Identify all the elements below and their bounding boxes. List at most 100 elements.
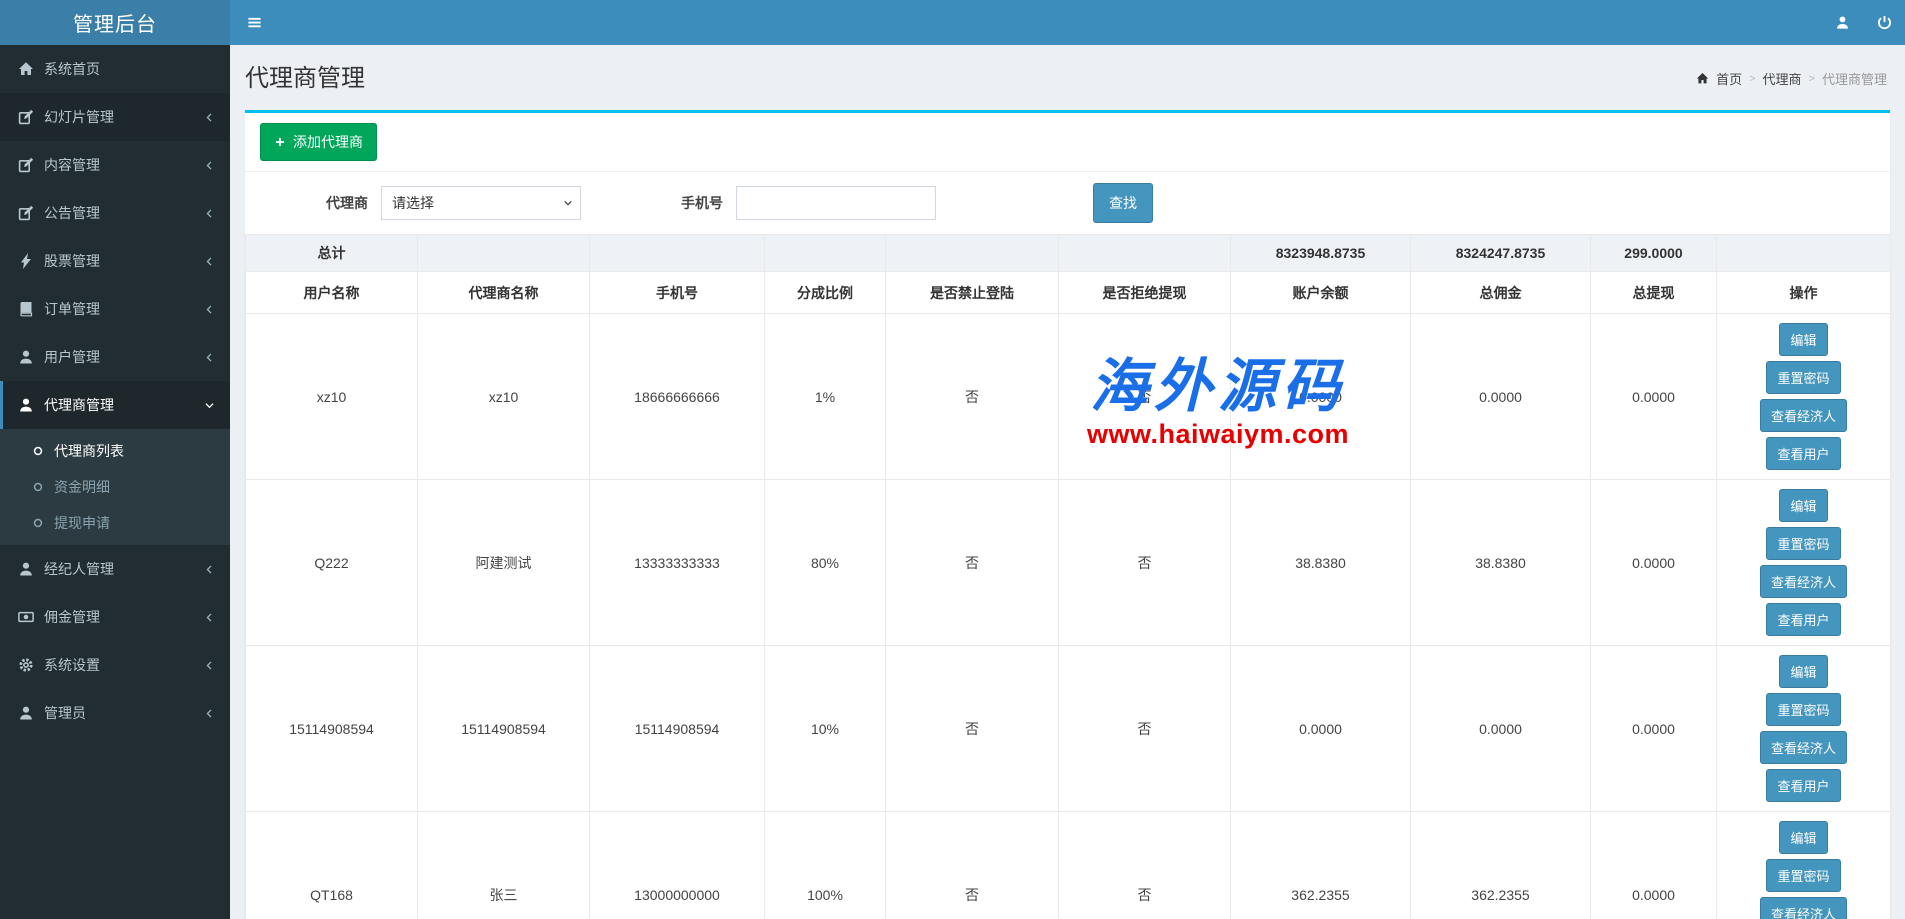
sidebar-item-content[interactable]: 内容管理 (0, 141, 230, 189)
view-brokers-button[interactable]: 查看经济人 (1760, 731, 1847, 764)
phone-input[interactable] (736, 186, 936, 220)
totals-row: 总计 8323948.8735 8324247.8735 299.0000 (246, 235, 1891, 272)
view-brokers-button[interactable]: 查看经济人 (1760, 565, 1847, 598)
view-brokers-button[interactable]: 查看经济人 (1760, 399, 1847, 432)
admin-page: 管理后台 系统首页 幻灯片管理 内容管理 公告管理 (0, 0, 1905, 919)
cell: 100% (765, 812, 886, 919)
cell: 38.8380 (1231, 480, 1411, 646)
edit-button[interactable]: 编辑 (1779, 323, 1827, 356)
sidebar-item-label: 订单管理 (44, 299, 100, 319)
sidebar-item-agents[interactable]: 代理商管理 (0, 381, 230, 429)
header-row: 用户名称 代理商名称 手机号 分成比例 是否禁止登陆 是否拒绝提现 账户余额 总… (246, 272, 1891, 314)
home-icon (18, 61, 34, 77)
cell: 否 (1059, 646, 1231, 812)
cell: 13333333333 (590, 480, 765, 646)
cell: 张三 (418, 812, 590, 919)
sidebar-item-settings[interactable]: 系统设置 (0, 641, 230, 689)
sidebar-subitem-agent-list[interactable]: 代理商列表 (0, 433, 230, 469)
agents-table: 总计 8323948.8735 8324247.8735 299.0000 用户… (245, 234, 1891, 919)
chevron-left-icon (204, 256, 215, 267)
sidebar-item-label: 系统首页 (44, 59, 100, 79)
column-header: 总佣金 (1411, 272, 1591, 314)
sidebar-item-system-home[interactable]: 系统首页 (0, 45, 230, 93)
cell (590, 235, 765, 272)
home-icon (1696, 72, 1709, 85)
user-menu-button[interactable] (1821, 0, 1863, 45)
sidebar-item-label: 股票管理 (44, 251, 100, 271)
app-logo: 管理后台 (0, 0, 230, 45)
chevron-left-icon (204, 352, 215, 363)
cell: xz10 (246, 314, 418, 480)
cell: 0.0000 (1591, 812, 1717, 919)
breadcrumb-home-link[interactable]: 首页 (1716, 69, 1742, 88)
agent-select[interactable]: 请选择 (381, 186, 581, 220)
reset-password-button[interactable]: 重置密码 (1766, 859, 1840, 892)
add-agent-button[interactable]: 添加代理商 (260, 123, 377, 161)
sidebar-item-slides[interactable]: 幻灯片管理 (0, 93, 230, 141)
cell: 否 (1059, 314, 1231, 480)
sidebar-subitem-fund-details[interactable]: 资金明细 (0, 469, 230, 505)
column-header: 代理商名称 (418, 272, 590, 314)
content-header: 代理商管理 首页 > 代理商 > 代理商管理 (230, 45, 1905, 110)
agent-select-wrap: 请选择 (381, 186, 581, 220)
circle-o-icon (32, 517, 44, 529)
cell: 0.0000 (1591, 480, 1717, 646)
breadcrumb-separator: > (1809, 73, 1815, 85)
cell: 15114908594 (590, 646, 765, 812)
user-icon (18, 561, 34, 577)
cell: 15114908594 (246, 646, 418, 812)
sidebar-item-users[interactable]: 用户管理 (0, 333, 230, 381)
sidebar-item-orders[interactable]: 订单管理 (0, 285, 230, 333)
power-icon (1877, 15, 1892, 30)
view-users-button[interactable]: 查看用户 (1766, 437, 1840, 470)
cell (765, 235, 886, 272)
reset-password-button[interactable]: 重置密码 (1766, 527, 1840, 560)
circle-o-icon (32, 445, 44, 457)
edit-button[interactable]: 编辑 (1779, 489, 1827, 522)
chevron-left-icon (204, 208, 215, 219)
user-icon (18, 705, 34, 721)
main-area: 代理商管理 首页 > 代理商 > 代理商管理 添加代理商 代理商 (230, 0, 1905, 919)
table-row: xz10 xz10 18666666666 1% 否 否 0.0000 0.00… (246, 314, 1891, 480)
sidebar-item-announcements[interactable]: 公告管理 (0, 189, 230, 237)
view-brokers-button[interactable]: 查看经济人 (1760, 897, 1847, 919)
sidebar-item-label: 内容管理 (44, 155, 100, 175)
sidebar-item-label: 用户管理 (44, 347, 100, 367)
sidebar-subitem-label: 代理商列表 (54, 441, 124, 461)
cell (418, 235, 590, 272)
chevron-left-icon (204, 304, 215, 315)
column-header: 是否禁止登陆 (886, 272, 1059, 314)
logout-button[interactable] (1863, 0, 1905, 45)
reset-password-button[interactable]: 重置密码 (1766, 361, 1840, 394)
sidebar-item-label: 代理商管理 (44, 395, 114, 415)
cell: 38.8380 (1411, 480, 1591, 646)
bars-icon (247, 15, 262, 30)
cell: 18666666666 (590, 314, 765, 480)
actions-cell: 编辑 重置密码 查看经济人 查看用户 (1717, 480, 1891, 646)
edit-icon (18, 109, 34, 125)
sidebar-item-label: 幻灯片管理 (44, 107, 114, 127)
plus-icon (274, 136, 286, 148)
agent-filter-label: 代理商 (326, 193, 368, 213)
actions-cell: 编辑 重置密码 查看经济人 查看用户 (1717, 314, 1891, 480)
cell: 0.0000 (1591, 314, 1717, 480)
cell (886, 235, 1059, 272)
sidebar-subitem-withdraw-requests[interactable]: 提现申请 (0, 505, 230, 541)
view-users-button[interactable]: 查看用户 (1766, 769, 1840, 802)
cell: 15114908594 (418, 646, 590, 812)
sidebar-item-stocks[interactable]: 股票管理 (0, 237, 230, 285)
search-button[interactable]: 查找 (1093, 183, 1153, 223)
sidebar-item-commission[interactable]: 佣金管理 (0, 593, 230, 641)
cell: 10% (765, 646, 886, 812)
breadcrumb-section-link[interactable]: 代理商 (1763, 69, 1802, 88)
cell: 13000000000 (590, 812, 765, 919)
sidebar-item-brokers[interactable]: 经纪人管理 (0, 545, 230, 593)
chevron-left-icon (204, 112, 215, 123)
sidebar-toggle-button[interactable] (230, 0, 278, 45)
edit-button[interactable]: 编辑 (1779, 821, 1827, 854)
view-users-button[interactable]: 查看用户 (1766, 603, 1840, 636)
edit-button[interactable]: 编辑 (1779, 655, 1827, 688)
reset-password-button[interactable]: 重置密码 (1766, 693, 1840, 726)
sidebar-item-label: 佣金管理 (44, 607, 100, 627)
sidebar-item-administrators[interactable]: 管理员 (0, 689, 230, 737)
